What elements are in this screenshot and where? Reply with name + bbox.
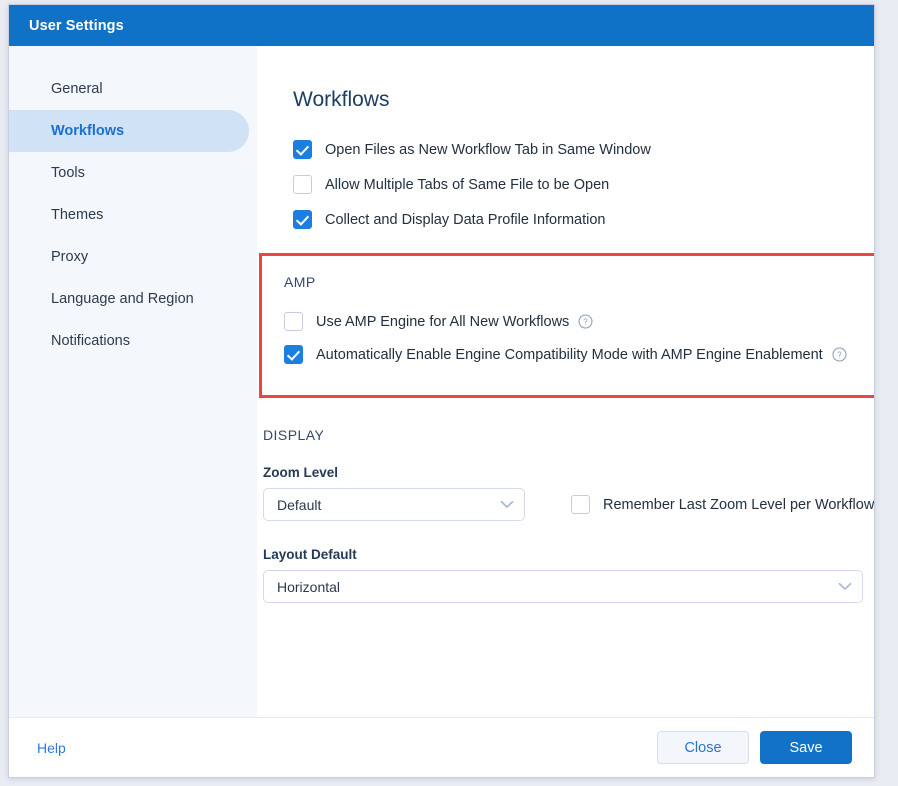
display-section-heading: DISPLAY [263,427,325,443]
checkbox-checked-icon [293,140,312,159]
display-section: DISPLAY Zoom Level Default Remember Last… [263,427,874,603]
checkbox-label: Open Files as New Workflow Tab in Same W… [325,141,651,158]
checkbox-label: Remember Last Zoom Level per Workflow [603,496,875,513]
checkbox-unchecked-icon [293,175,312,194]
chevron-down-icon [838,582,852,590]
sidebar-item-label: Tools [51,165,85,181]
checkbox-collect-data-profile[interactable]: Collect and Display Data Profile Informa… [293,210,874,229]
checkbox-remember-last-zoom[interactable]: Remember Last Zoom Level per Workflow [571,495,874,514]
page-title: Workflows [293,88,390,111]
layout-default-label: Layout Default [263,547,357,562]
sidebar-item-general[interactable]: General [9,68,249,110]
sidebar-item-label: Proxy [51,249,89,265]
sidebar-item-label: Themes [51,207,104,223]
dialog-footer: Help Close Save [9,717,874,777]
checkbox-unchecked-icon [571,495,590,514]
checkbox-label: Automatically Enable Engine Compatibilit… [316,346,823,363]
layout-default-select[interactable]: Horizontal [263,570,863,603]
checkbox-label: Collect and Display Data Profile Informa… [325,211,606,228]
svg-text:?: ? [837,351,842,360]
user-settings-dialog: User Settings General Workflows Tools Th… [8,4,875,778]
window-title: User Settings [29,17,124,34]
checkbox-label: Allow Multiple Tabs of Same File to be O… [325,176,610,193]
checkbox-open-files-new-tab[interactable]: Open Files as New Workflow Tab in Same W… [293,140,874,159]
sidebar-item-workflows[interactable]: Workflows [9,110,249,152]
checkbox-checked-icon [284,345,303,364]
help-link[interactable]: Help [37,740,66,756]
svg-text:?: ? [584,318,589,327]
checkbox-auto-enable-compat-mode[interactable]: Automatically Enable Engine Compatibilit… [284,345,874,364]
window-titlebar: User Settings [9,5,874,46]
zoom-level-label: Zoom Level [263,465,339,480]
zoom-level-select[interactable]: Default [263,488,525,521]
sidebar-item-language-and-region[interactable]: Language and Region [9,278,249,320]
chevron-down-icon [500,500,514,508]
zoom-level-row: Default Remember Last Zoom Level per Wor… [263,488,874,521]
sidebar-item-tools[interactable]: Tools [9,152,249,194]
amp-section-highlighted: AMP Use AMP Engine for All New Workflows… [259,253,874,398]
close-button[interactable]: Close [657,731,749,764]
layout-default-value: Horizontal [277,578,341,595]
sidebar-item-label: Language and Region [51,291,194,307]
save-button[interactable]: Save [760,731,852,764]
sidebar-item-label: Notifications [51,333,130,349]
sidebar-item-proxy[interactable]: Proxy [9,236,249,278]
settings-sidebar: General Workflows Tools Themes Proxy Lan… [9,46,257,717]
checkbox-allow-multiple-tabs[interactable]: Allow Multiple Tabs of Same File to be O… [293,175,874,194]
dialog-body: General Workflows Tools Themes Proxy Lan… [9,46,874,717]
sidebar-item-themes[interactable]: Themes [9,194,249,236]
zoom-level-value: Default [277,496,322,513]
checkbox-unchecked-icon [284,312,303,331]
workflow-options-group: Open Files as New Workflow Tab in Same W… [293,140,874,229]
sidebar-item-notifications[interactable]: Notifications [9,320,249,362]
checkbox-checked-icon [293,210,312,229]
help-circle-icon[interactable]: ? [832,347,847,362]
settings-content-panel: Workflows Open Files as New Workflow Tab… [257,46,874,717]
sidebar-item-label: Workflows [51,123,125,139]
checkbox-label: Use AMP Engine for All New Workflows [316,313,570,330]
help-circle-icon[interactable]: ? [578,314,593,329]
checkbox-use-amp-engine[interactable]: Use AMP Engine for All New Workflows ? [284,312,874,331]
sidebar-item-label: General [51,81,103,97]
amp-section-heading: AMP [284,274,316,290]
